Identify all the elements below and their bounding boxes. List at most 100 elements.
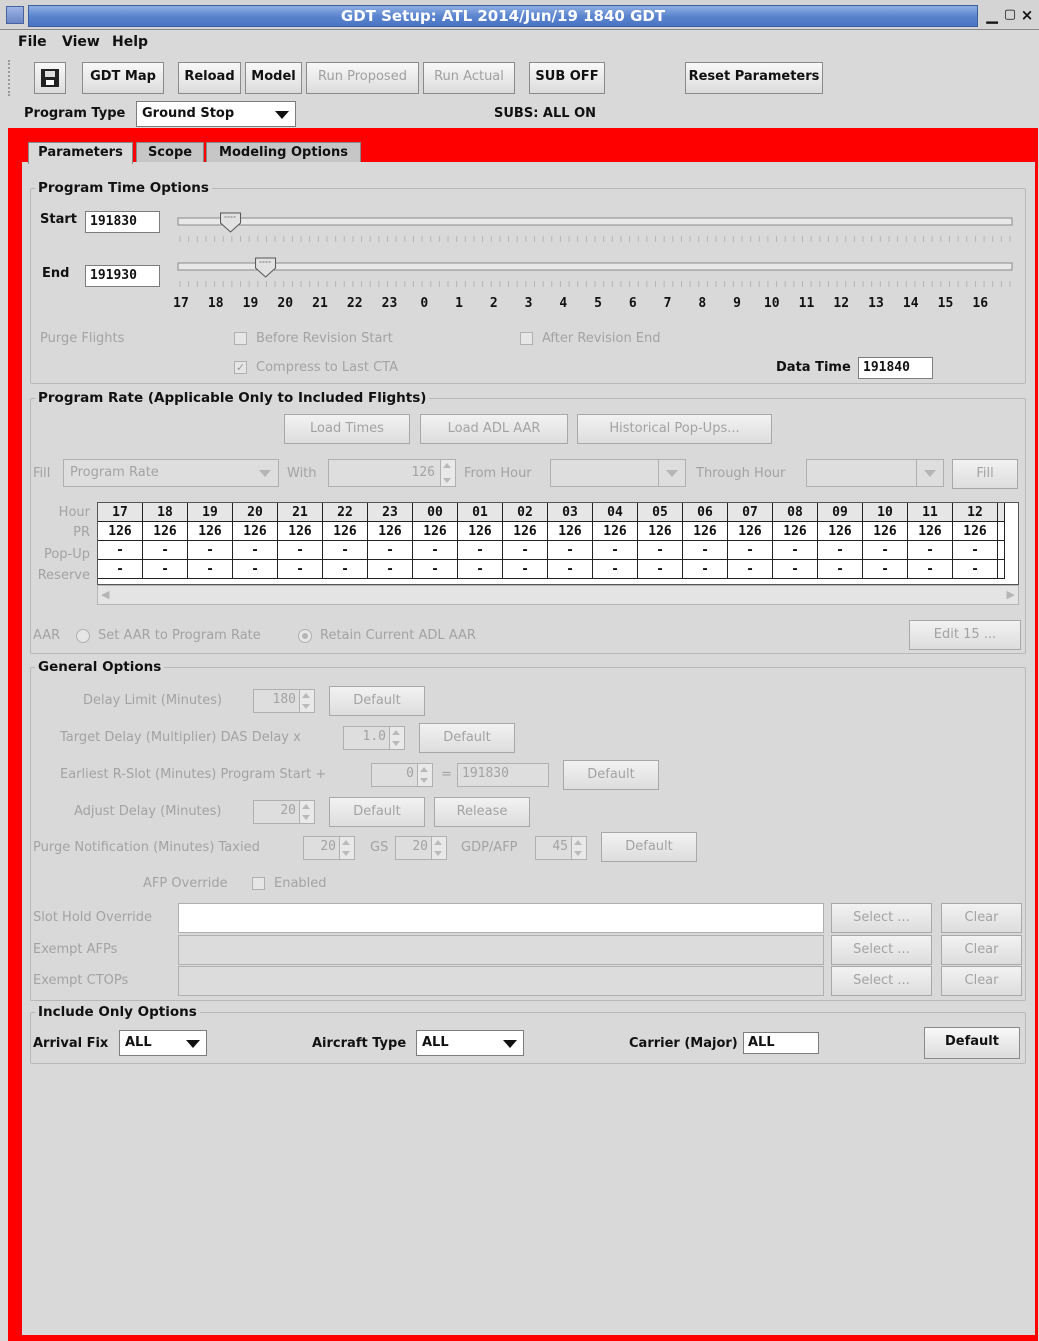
- target-delay-default-button[interactable]: Default: [419, 723, 515, 753]
- grid-pr-cell[interactable]: 126: [772, 521, 818, 541]
- grid-popup-cell[interactable]: -: [862, 540, 908, 560]
- target-delay-spinner[interactable]: 1.0: [343, 726, 405, 750]
- tab-modeling-options[interactable]: Modeling Options: [206, 142, 361, 162]
- grid-popup-cell[interactable]: -: [547, 540, 593, 560]
- earliest-rslot-spinner[interactable]: 0: [371, 763, 433, 787]
- fill-button[interactable]: Fill: [952, 459, 1018, 489]
- grid-reserve-cell[interactable]: -: [98, 559, 143, 579]
- load-times-button[interactable]: Load Times: [284, 414, 410, 444]
- menu-help[interactable]: Help: [112, 34, 148, 50]
- grid-popup-cell[interactable]: -: [277, 540, 323, 560]
- grid-popup-cell[interactable]: -: [98, 540, 143, 560]
- grid-popup-cell[interactable]: -: [367, 540, 413, 560]
- slot-hold-clear-button[interactable]: Clear: [941, 903, 1022, 933]
- grid-popup-cell[interactable]: -: [907, 540, 953, 560]
- grid-popup-cell[interactable]: -: [187, 540, 233, 560]
- start-time-input[interactable]: 191830: [85, 211, 160, 233]
- grid-reserve-cell[interactable]: -: [682, 559, 728, 579]
- grid-popup-cell[interactable]: -: [457, 540, 503, 560]
- aircraft-type-select[interactable]: ALL: [416, 1030, 524, 1056]
- rate-grid-scrollbar[interactable]: ◀ ▶: [97, 585, 1019, 605]
- grid-pr-cell[interactable]: 126: [907, 521, 953, 541]
- grid-popup-cell[interactable]: -: [817, 540, 863, 560]
- run-actual-button[interactable]: Run Actual: [423, 62, 515, 94]
- adjust-delay-spinner[interactable]: 20: [253, 800, 315, 824]
- grid-reserve-cell[interactable]: -: [187, 559, 233, 579]
- grid-popup-cell[interactable]: -: [232, 540, 278, 560]
- exempt-afps-select-button[interactable]: Select ...: [831, 935, 932, 965]
- exempt-afps-clear-button[interactable]: Clear: [941, 935, 1022, 965]
- grid-reserve-cell[interactable]: -: [367, 559, 413, 579]
- release-button[interactable]: Release: [434, 797, 530, 827]
- sub-off-button[interactable]: SUB OFF: [529, 62, 605, 94]
- grid-reserve-cell[interactable]: -: [547, 559, 593, 579]
- rate-grid-viewport[interactable]: 17 18 19 20 21 22 23 00 01 02 03 04 05 06 07 08 09 10 11 12…: [97, 502, 1019, 585]
- grid-pr-cell[interactable]: 126: [862, 521, 908, 541]
- grid-reserve-cell[interactable]: -: [592, 559, 638, 579]
- tab-scope[interactable]: Scope: [136, 142, 204, 162]
- fill-mode-select[interactable]: Program Rate: [63, 459, 279, 487]
- start-slider-thumb[interactable]: [220, 212, 242, 233]
- grid-pr-cell[interactable]: 126: [187, 521, 233, 541]
- grid-reserve-cell[interactable]: -: [862, 559, 908, 579]
- carrier-input[interactable]: ALL: [743, 1032, 819, 1054]
- grid-reserve-cell[interactable]: -: [907, 559, 953, 579]
- grid-pr-cell[interactable]: 126: [817, 521, 863, 541]
- edit-15-button[interactable]: Edit 15 ...: [909, 620, 1021, 650]
- grid-pr-cell[interactable]: 126: [322, 521, 368, 541]
- slot-hold-select-button[interactable]: Select ...: [831, 903, 932, 933]
- menu-view[interactable]: View: [62, 34, 100, 50]
- grid-popup-cell[interactable]: -: [142, 540, 188, 560]
- grid-pr-cell[interactable]: 126: [592, 521, 638, 541]
- time-sliders[interactable]: 17 18 19 20 21 22 23 0 1 2 3 4 5 6 7 8 9 10 11 12 13 14 15 16: [170, 205, 1020, 315]
- arrival-fix-select[interactable]: ALL: [119, 1030, 207, 1056]
- grid-reserve-cell[interactable]: -: [817, 559, 863, 579]
- through-hour-select[interactable]: [806, 459, 944, 487]
- load-adl-aar-button[interactable]: Load ADL AAR: [420, 414, 568, 444]
- tab-parameters[interactable]: Parameters: [28, 142, 133, 164]
- grid-reserve-cell[interactable]: -: [142, 559, 188, 579]
- grid-popup-cell[interactable]: -: [637, 540, 683, 560]
- afp-override-checkbox[interactable]: [252, 877, 265, 890]
- grid-reserve-cell[interactable]: -: [502, 559, 548, 579]
- grid-pr-cell[interactable]: 126: [232, 521, 278, 541]
- save-button[interactable]: [34, 62, 66, 94]
- gdp-afp-spinner[interactable]: 45: [535, 836, 587, 860]
- grid-popup-cell[interactable]: -: [682, 540, 728, 560]
- delay-limit-spinner[interactable]: 180: [253, 689, 315, 713]
- menu-file[interactable]: File: [18, 34, 47, 50]
- grid-pr-cell[interactable]: 126: [142, 521, 188, 541]
- grid-popup-cell[interactable]: -: [412, 540, 458, 560]
- grid-pr-cell[interactable]: 126: [637, 521, 683, 541]
- grid-popup-cell[interactable]: -: [952, 540, 998, 560]
- compress-last-cta-checkbox[interactable]: ✓: [234, 361, 247, 374]
- grid-popup-cell[interactable]: -: [727, 540, 773, 560]
- close-icon[interactable]: ×: [1020, 6, 1034, 24]
- with-value-spinner[interactable]: 126: [328, 459, 456, 487]
- reset-parameters-button[interactable]: Reset Parameters: [685, 62, 823, 94]
- program-type-select[interactable]: Ground Stop: [136, 101, 296, 127]
- exempt-ctops-input[interactable]: [178, 966, 824, 996]
- set-aar-radio[interactable]: [76, 629, 90, 643]
- grid-reserve-cell[interactable]: -: [277, 559, 323, 579]
- reload-button[interactable]: Reload: [178, 62, 241, 94]
- end-time-input[interactable]: 191930: [85, 265, 160, 287]
- grid-pr-cell[interactable]: 126: [277, 521, 323, 541]
- maximize-icon[interactable]: ▢: [1003, 6, 1017, 24]
- scroll-left-icon[interactable]: ◀: [101, 586, 109, 604]
- grid-popup-cell[interactable]: -: [592, 540, 638, 560]
- grid-pr-cell[interactable]: 126: [98, 521, 143, 541]
- exempt-afps-input[interactable]: [178, 935, 824, 965]
- after-revision-end-checkbox[interactable]: [520, 332, 533, 345]
- exempt-ctops-select-button[interactable]: Select ...: [831, 966, 932, 996]
- grid-pr-cell[interactable]: 126: [952, 521, 998, 541]
- grid-reserve-cell[interactable]: -: [952, 559, 998, 579]
- include-default-button[interactable]: Default: [924, 1027, 1020, 1059]
- model-button[interactable]: Model: [245, 62, 302, 94]
- purge-default-button[interactable]: Default: [601, 832, 697, 862]
- historical-popups-button[interactable]: Historical Pop-Ups...: [577, 414, 772, 444]
- gdt-map-button[interactable]: GDT Map: [82, 62, 164, 94]
- grid-pr-cell[interactable]: 126: [457, 521, 503, 541]
- gs-spinner[interactable]: 20: [395, 836, 447, 860]
- minimize-icon[interactable]: ▁: [985, 6, 999, 24]
